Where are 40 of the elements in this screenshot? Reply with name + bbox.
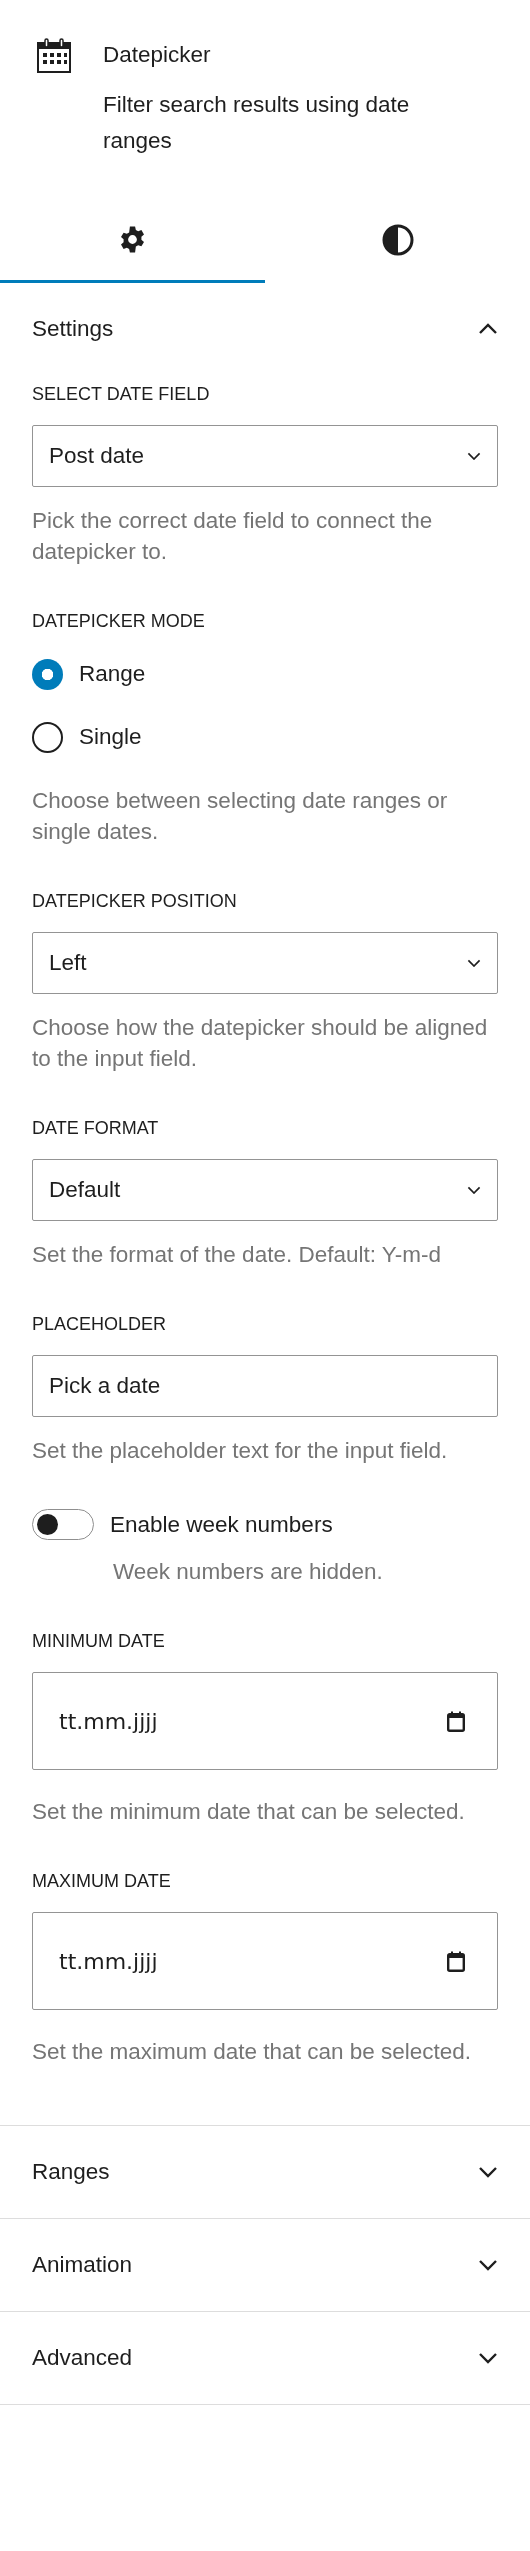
chevron-down-icon [478,2352,498,2364]
chevron-up-icon [478,323,498,335]
radio-label[interactable]: Range [79,661,146,687]
select-field[interactable]: Default [32,1159,498,1221]
help-text: Choose between selecting date ranges or single dates. [32,787,449,846]
field-label: DATEPICKER MODE [32,610,205,632]
field-label: MINIMUM DATE [32,1630,165,1652]
calendar-icon [37,38,71,74]
select-field[interactable]: Post date [32,425,498,487]
toggle-switch[interactable] [32,1509,94,1540]
select-field[interactable]: Left [32,932,498,994]
help-text: Pick the correct date field to connect the datepicker to. [32,507,434,566]
help-text: Set the maximum date that can be selected. [32,2038,472,2066]
contrast-icon [381,223,414,256]
calendar-icon [447,1710,465,1732]
help-text: Set the minimum date that can be selected. [32,1798,466,1826]
block-description: Filter search results using date ranges [103,91,411,155]
chevron-down-icon [467,1185,481,1195]
chevron-down-icon [467,958,481,968]
toggle-label[interactable]: Enable week numbers [110,1511,333,1538]
radio-label[interactable]: Single [79,724,142,750]
text-field[interactable]: Pick a date [32,1355,498,1417]
help-text: Set the placeholder text for the input field. [32,1437,449,1465]
radio-button[interactable] [32,658,63,690]
chevron-down-icon [467,451,481,461]
field-label: DATE FORMAT [32,1117,159,1139]
field-label: SELECT DATE FIELD [32,383,210,405]
radio-button[interactable] [32,721,63,753]
block-title: Datepicker [103,41,212,69]
chevron-down-icon [478,2166,498,2178]
field-label: DATEPICKER POSITION [32,890,237,912]
chevron-down-icon [478,2259,498,2271]
calendar-icon [447,1950,465,1972]
field-label: PLACEHOLDER [32,1313,167,1335]
date-field[interactable]: tt.mm.jjjj [32,1912,498,2010]
help-text: Week numbers are hidden. [113,1558,384,1586]
help-text: Set the format of the date. Default: Y-m-d [32,1241,442,1269]
field-label: MAXIMUM DATE [32,1870,171,1892]
date-field[interactable]: tt.mm.jjjj [32,1672,498,1770]
help-text: Choose how the datepicker should be aligned to the input field. [32,1014,489,1073]
